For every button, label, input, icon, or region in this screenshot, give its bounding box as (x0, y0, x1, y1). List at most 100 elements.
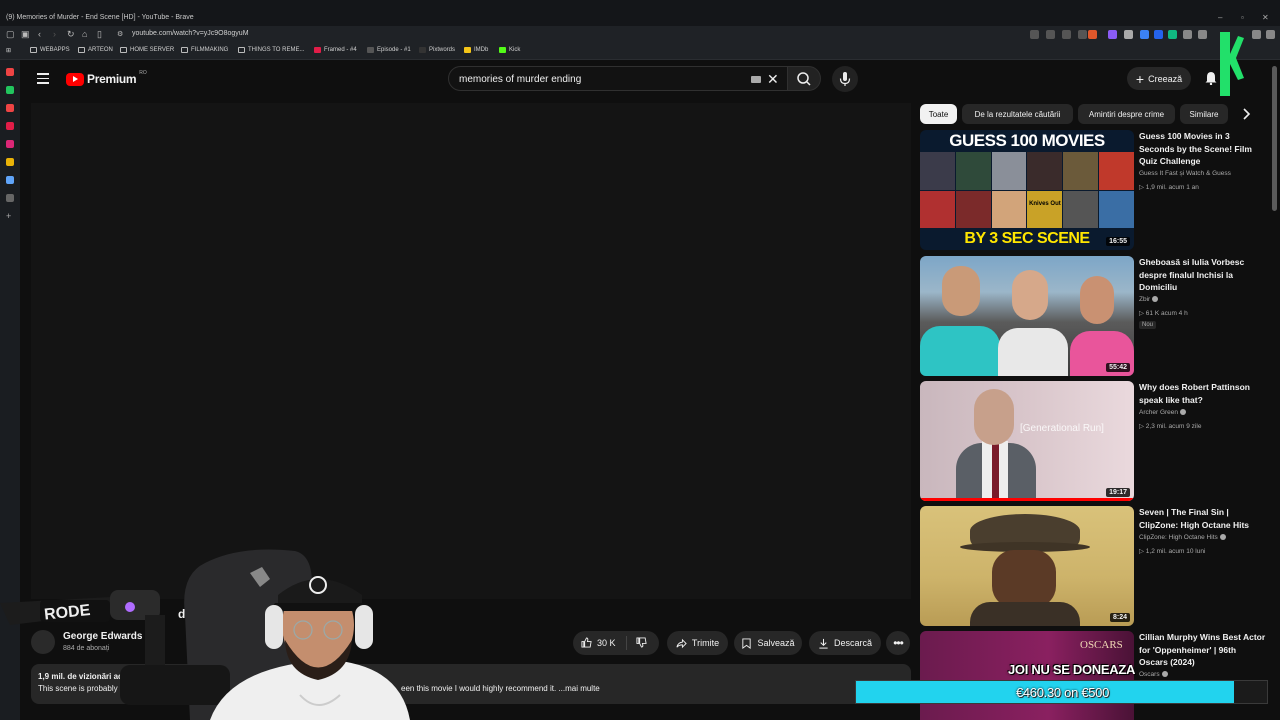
sidebar-app-icon[interactable] (6, 122, 14, 130)
recommendation-meta: ▷ 1,9 mil. acum 1 an (1139, 184, 1199, 191)
save-button[interactable]: Salvează (734, 631, 802, 655)
recommendation-meta: ▷ 2,3 mil. acum 9 zile (1139, 423, 1202, 430)
menu-icon[interactable] (1252, 30, 1261, 39)
sidebar-app-icon[interactable] (6, 140, 14, 148)
window-title: (9) Memories of Murder - End Scene [HD] … (6, 14, 194, 21)
bookmark-folder[interactable]: FILMMAKING (181, 47, 228, 53)
reload-icon[interactable]: ↻ (67, 29, 75, 40)
description-text-more[interactable]: een this movie I would highly recommend … (401, 684, 600, 693)
sidebar-app-icon[interactable] (6, 158, 14, 166)
chip-from-search[interactable]: De la rezultatele căutării (962, 104, 1073, 124)
close-window-icon[interactable]: ✕ (1262, 13, 1269, 22)
extension-icon[interactable] (1108, 30, 1117, 39)
search-input[interactable]: memories of murder ending ✕ (448, 66, 788, 91)
thumbs-down-icon[interactable] (636, 637, 647, 648)
tabs-icon[interactable]: ▣ (21, 29, 30, 40)
bookmark-page-icon[interactable]: ▯ (97, 29, 102, 40)
extension-icon[interactable] (1030, 30, 1039, 39)
bookmark-link[interactable]: Episode - #1 (367, 47, 411, 53)
recommendation-title[interactable]: Cillian Murphy Wins Best Actor for 'Oppe… (1139, 631, 1267, 669)
thumbnail-caption: BY 3 SEC SCENE (964, 230, 1090, 247)
whatsapp-icon[interactable] (6, 86, 14, 94)
recommendation-channel[interactable]: Archer Green (1139, 409, 1187, 416)
share-icon (676, 638, 687, 648)
brave-shield-icon[interactable] (1088, 30, 1097, 39)
video-thumbnail[interactable]: 8:24 (920, 506, 1134, 626)
pixtwords-icon (419, 47, 426, 53)
bookmark-star-icon[interactable] (1078, 30, 1087, 39)
page-scrollbar[interactable] (1272, 66, 1277, 211)
keyboard-icon[interactable] (751, 76, 761, 83)
bookmark-link[interactable]: IMDb (464, 47, 488, 53)
maximize-icon[interactable]: ▫ (1241, 13, 1244, 22)
chip-all[interactable]: Toate (920, 104, 957, 124)
recommendation-channel[interactable]: Guess It Fast și Watch & Guess (1139, 170, 1231, 177)
forward-icon[interactable]: › (53, 29, 56, 39)
like-button[interactable]: 30 K (581, 637, 616, 648)
sidebar-app-icon[interactable] (6, 194, 14, 202)
poster-label: Knives Out (1027, 190, 1063, 228)
bookmark-folder[interactable]: HOME SERVER (120, 47, 174, 53)
extension-icon[interactable] (1124, 30, 1133, 39)
recommendation-title[interactable]: Why does Robert Pattinson speak like tha… (1139, 381, 1267, 406)
minimize-icon[interactable]: – (1218, 13, 1222, 22)
download-button[interactable]: Descarcă (809, 631, 881, 655)
chip-related[interactable]: Similare (1180, 104, 1228, 124)
bookmark-folder[interactable]: THINGS TO REME... (238, 47, 304, 53)
bookmark-link[interactable]: Framed - #4 (314, 47, 357, 53)
more-actions-button[interactable]: ••• (886, 631, 910, 655)
extension-icon[interactable] (1140, 30, 1149, 39)
extension-icon[interactable] (1168, 30, 1177, 39)
site-info-icon[interactable]: ⚙ (117, 30, 123, 38)
folder-icon (238, 47, 245, 53)
youtube-logo[interactable]: Premium RO (66, 70, 147, 86)
recommendation-channel[interactable]: Oscars (1139, 671, 1168, 678)
home-icon[interactable]: ⌂ (82, 29, 87, 39)
hamburger-menu-icon[interactable] (37, 73, 49, 84)
bookmark-folder[interactable]: WEBAPPS (30, 47, 70, 53)
recommendation-title[interactable]: Seven | The Final Sin | ClipZone: High O… (1139, 506, 1267, 531)
url-field[interactable]: youtube.com/watch?v=yJc9O8ogyuM (132, 30, 249, 37)
menu-icon[interactable] (1266, 30, 1275, 39)
extension-icon[interactable] (1198, 30, 1207, 39)
search-button[interactable] (787, 66, 821, 91)
recommendation-title[interactable]: Guess 100 Movies in 3 Seconds by the Sce… (1139, 130, 1267, 168)
recommendation-channel[interactable]: ClipZone: High Octane Hits (1139, 534, 1226, 541)
webcam-overlay: RODE (0, 549, 410, 720)
voice-search-button[interactable] (832, 66, 858, 92)
video-thumbnail[interactable]: 55:42 (920, 256, 1134, 376)
chevron-right-icon[interactable] (1238, 106, 1254, 122)
sidebar-toggle-icon[interactable]: ▢ (6, 29, 15, 40)
video-thumbnail[interactable]: GUESS 100 MOVIES Knives Out BY 3 SEC SCE… (920, 130, 1134, 250)
like-dislike-group: 30 K (573, 631, 659, 655)
duration-badge: 55:42 (1106, 363, 1130, 372)
share-button[interactable]: Trimite (667, 631, 728, 655)
watch-progress-bar (920, 498, 1134, 501)
verified-icon (1180, 409, 1187, 416)
sidebar-app-icon[interactable] (6, 176, 14, 184)
extension-icon[interactable] (1183, 30, 1192, 39)
video-thumbnail[interactable]: [Generational Run] 19:17 (920, 381, 1134, 501)
zoom-icon[interactable] (1046, 30, 1055, 39)
folder-icon (181, 47, 188, 53)
clear-search-icon[interactable]: ✕ (767, 71, 779, 88)
apps-icon[interactable]: ⊞ (6, 47, 11, 54)
framed-icon (314, 47, 321, 53)
thumbs-up-icon (581, 637, 592, 648)
recommendation-title[interactable]: Gheboasă si Iulia Vorbesc despre finalul… (1139, 256, 1267, 294)
video-player[interactable] (31, 103, 911, 599)
create-button[interactable]: + Creează (1127, 67, 1191, 90)
new-badge: Nou (1139, 321, 1157, 329)
sidebar-app-icon[interactable] (6, 104, 14, 112)
sidebar-app-icon[interactable] (6, 68, 14, 76)
share-page-icon[interactable] (1062, 30, 1071, 39)
bookmark-link[interactable]: Pixtwords (419, 47, 455, 53)
chip-memories-of-murder[interactable]: Amintiri despre crime (1078, 104, 1175, 124)
bookmark-folder[interactable]: ARTEON (78, 47, 113, 53)
bookmark-link[interactable]: Kick (499, 47, 520, 53)
extension-icon[interactable] (1154, 30, 1163, 39)
recommendation-channel[interactable]: Zbir (1139, 296, 1159, 303)
divider (626, 636, 627, 650)
add-sidebar-icon[interactable]: + (6, 212, 14, 221)
back-icon[interactable]: ‹ (38, 29, 41, 39)
